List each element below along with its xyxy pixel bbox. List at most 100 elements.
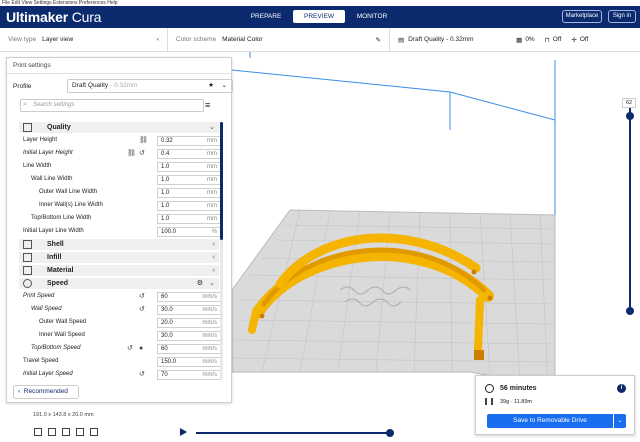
- print-speed-field[interactable]: 60 mm/s: [157, 292, 221, 302]
- initial-layer-line-width-field[interactable]: 100.0%: [157, 227, 221, 237]
- shell-icon: [23, 240, 32, 249]
- current-layer-field[interactable]: 62: [622, 98, 636, 108]
- setting-row: Line Width 1.0 mm: [7, 160, 223, 173]
- layer-slider[interactable]: [629, 108, 631, 312]
- play-icon[interactable]: [180, 428, 187, 436]
- chevron-down-icon: ⌄: [221, 82, 227, 89]
- gear-icon[interactable]: ⚙: [197, 278, 203, 289]
- chevron-left-icon: ‹: [156, 36, 159, 43]
- line-width-field[interactable]: 1.0 mm: [157, 162, 221, 172]
- inner-wall-line-width-field[interactable]: 1.0 mm: [157, 201, 221, 211]
- profile-label: Profile: [13, 83, 32, 90]
- search-settings-input[interactable]: Search settings: [20, 99, 204, 112]
- model-dimensions: 191.0 x 143.8 x 20.0 mm: [33, 412, 94, 418]
- material-estimate: 39g · 11.89m: [500, 399, 533, 405]
- inner-wall-speed-field[interactable]: 30.0 mm/s: [157, 331, 221, 341]
- material-icon: [23, 266, 32, 275]
- setting-row: Initial Layer Height ⛓ ↺ 0.4 mm: [7, 147, 223, 160]
- volume-edge: [231, 69, 451, 93]
- category-speed[interactable]: Speed ⚙ ⌄: [19, 278, 219, 289]
- category-quality[interactable]: Quality ⌄: [19, 122, 219, 133]
- 3d-view-icon[interactable]: [34, 428, 42, 436]
- chevron-left-icon: ‹: [212, 241, 215, 248]
- link-icon[interactable]: ⛓: [139, 134, 148, 147]
- setting-row: Top/Bottom Speed ↺ ● 60 mm/s: [7, 342, 223, 355]
- view-type-selector[interactable]: View type Layer view ‹: [0, 27, 168, 52]
- app-header: Ultimaker Cura PREPARE PREVIEW MONITOR M…: [0, 6, 640, 28]
- print-time: 56 minutes: [500, 385, 537, 392]
- view-type-value: Layer view: [42, 36, 74, 43]
- print-settings-panel: Print settings Profile Draft Quality - 0.…: [6, 57, 233, 403]
- initial-layer-speed-field[interactable]: 70 mm/s: [157, 370, 221, 380]
- link-icon[interactable]: ⛓: [127, 147, 136, 160]
- front-view-icon[interactable]: [48, 428, 56, 436]
- infill-icon: ▦: [516, 36, 523, 44]
- setting-row: Print Speed ↺ 60 mm/s: [7, 290, 223, 303]
- chevron-left-icon: ‹: [212, 254, 215, 261]
- left-view-icon[interactable]: [76, 428, 84, 436]
- outer-wall-speed-field[interactable]: 20.0 mm/s: [157, 318, 221, 328]
- color-scheme-selector[interactable]: Color scheme Material Color ✎: [168, 27, 390, 52]
- infill-value: 0%: [525, 36, 535, 43]
- reset-icon[interactable]: ↺: [127, 342, 133, 355]
- job-specs-panel: 56 minutes i 39g · 11.89m Save to Remova…: [475, 375, 635, 435]
- layer-slider-top-handle[interactable]: [626, 112, 634, 120]
- profile-layer: - 0.32mm: [110, 82, 138, 89]
- marketplace-button[interactable]: Marketplace: [562, 10, 602, 23]
- spool-icon: [485, 398, 493, 405]
- reset-icon[interactable]: ↺: [139, 290, 145, 303]
- recommended-button[interactable]: ‹ Recommended: [13, 385, 79, 399]
- simulation-slider[interactable]: [196, 432, 392, 434]
- color-scheme-value: Material Color: [222, 36, 263, 43]
- setting-row: Travel Speed 150.0 mm/s: [7, 355, 223, 368]
- chevron-down-icon: ⌄: [209, 124, 215, 131]
- menu-icon[interactable]: ≡: [205, 100, 210, 110]
- simulation-slider-handle[interactable]: [386, 429, 394, 437]
- setting-row: Outer Wall Speed 20.0 mm/s: [7, 316, 223, 329]
- profile-dropdown[interactable]: Draft Quality - 0.32mm ★ ⌄: [67, 79, 233, 93]
- view-type-label: View type: [8, 36, 37, 43]
- top-bottom-speed-field[interactable]: 60 mm/s: [157, 344, 221, 354]
- top-bottom-line-width-field[interactable]: 1.0 mm: [157, 214, 221, 224]
- outer-wall-line-width-field[interactable]: 1.0 mm: [157, 188, 221, 198]
- color-scheme-label: Color scheme: [176, 36, 217, 43]
- reset-icon[interactable]: ↺: [139, 303, 145, 316]
- setting-row: Initial Layer Speed ↺ 70 mm/s: [7, 368, 223, 381]
- print-setup-selector[interactable]: ▤ Draft Quality - 0.32mm ▦ 0% ⊓ Off ✛ Of…: [390, 28, 640, 52]
- right-view-icon[interactable]: [90, 428, 98, 436]
- view-orientation-buttons: [34, 428, 98, 436]
- layer-slider-bottom-handle[interactable]: [626, 307, 634, 315]
- tab-monitor[interactable]: MONITOR: [346, 10, 398, 23]
- search-icon: ⌕: [23, 101, 27, 108]
- wall-line-width-field[interactable]: 1.0 mm: [157, 175, 221, 185]
- setting-row: Layer Height ⛓ 0.32 mm: [7, 134, 223, 147]
- support-icon: ⊓: [544, 36, 550, 44]
- sign-in-button[interactable]: Sign in: [608, 10, 636, 23]
- category-material[interactable]: Material ‹: [19, 265, 219, 276]
- initial-layer-height-field[interactable]: 0.4 mm: [157, 149, 221, 159]
- divider: [7, 73, 231, 74]
- info-icon[interactable]: i: [617, 384, 626, 393]
- wall-speed-field[interactable]: 30.0 mm/s: [157, 305, 221, 315]
- reset-icon[interactable]: ↺: [139, 147, 145, 160]
- category-shell[interactable]: Shell ‹: [19, 239, 219, 250]
- travel-speed-field[interactable]: 150.0 mm/s: [157, 357, 221, 367]
- view-toolbar: View type Layer view ‹ Color scheme Mate…: [0, 27, 640, 52]
- tab-preview[interactable]: PREVIEW: [293, 10, 345, 23]
- scrollbar-thumb[interactable]: [220, 122, 223, 240]
- save-to-removable-drive-button[interactable]: Save to Removable Drive: [487, 414, 613, 428]
- top-view-icon[interactable]: [62, 428, 70, 436]
- star-icon[interactable]: ★: [208, 80, 214, 92]
- stage-tabs: PREPARE PREVIEW MONITOR: [240, 10, 399, 23]
- info-icon[interactable]: ●: [139, 342, 143, 355]
- clock-icon: [485, 384, 494, 393]
- chevron-down-icon[interactable]: ⌄: [614, 414, 626, 428]
- layer-height-field[interactable]: 0.32 mm: [157, 136, 221, 146]
- setting-row: Wall Speed ↺ 30.0 mm/s: [7, 303, 223, 316]
- infill-icon: [23, 253, 32, 262]
- profile-name: Draft Quality: [72, 82, 109, 89]
- tab-prepare[interactable]: PREPARE: [240, 10, 292, 23]
- reset-icon[interactable]: ↺: [139, 368, 145, 381]
- category-infill[interactable]: Infill ‹: [19, 252, 219, 263]
- chevron-down-icon: ⌄: [209, 280, 215, 287]
